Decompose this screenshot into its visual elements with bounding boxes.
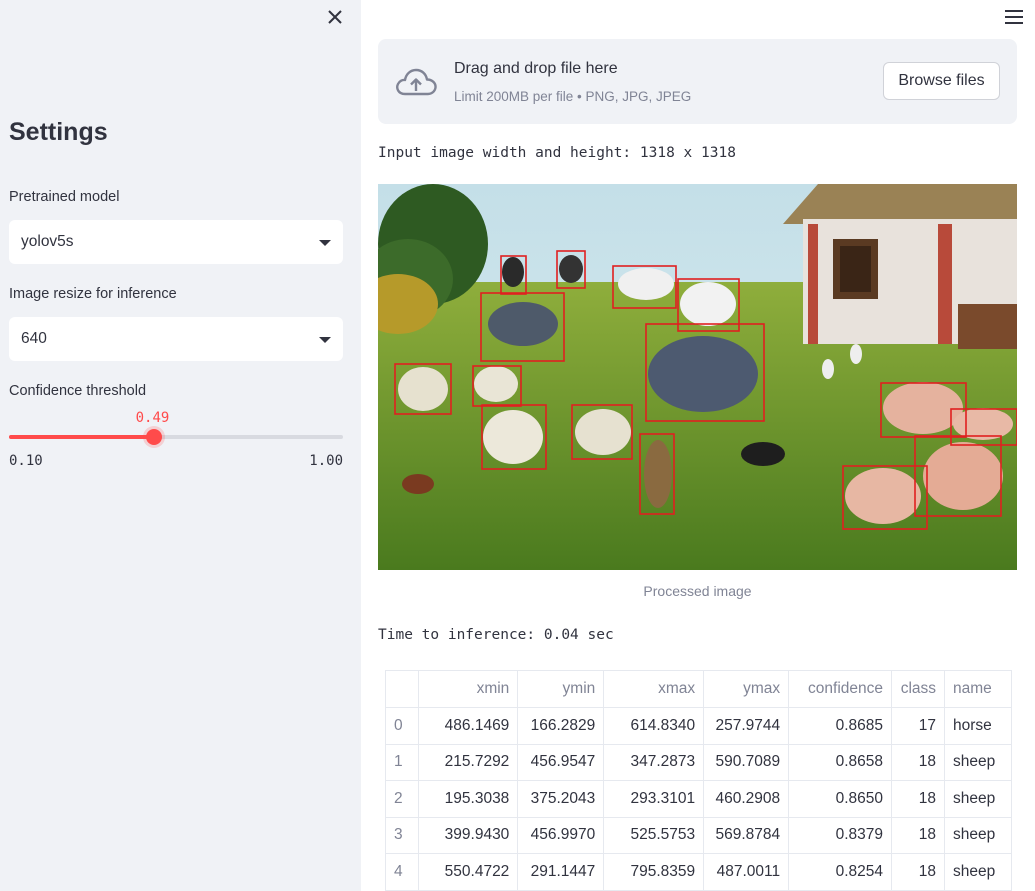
table-cell-xmin: 195.3038 bbox=[418, 780, 519, 818]
table-cell-xmax: 525.5753 bbox=[603, 817, 705, 854]
table-cell-name: sheep bbox=[944, 780, 1011, 818]
table-cell-name: sheep bbox=[944, 817, 1011, 854]
table-cell-class: 17 bbox=[891, 707, 946, 745]
table-cell-xmax: 614.8340 bbox=[603, 707, 705, 745]
file-uploader[interactable]: Drag and drop file here Limit 200MB per … bbox=[378, 39, 1017, 124]
model-select-value: yolov5s bbox=[21, 233, 74, 250]
table-cell-index: 3 bbox=[386, 817, 420, 854]
slider-max-value: 1.00 bbox=[309, 453, 343, 469]
model-select-label: Pretrained model bbox=[9, 189, 120, 205]
table-cell-xmin: 215.7292 bbox=[418, 744, 519, 781]
column-header-xmin[interactable]: xmin bbox=[418, 671, 519, 708]
table-cell-ymin: 375.2043 bbox=[517, 780, 605, 818]
table-cell-xmin: 486.1469 bbox=[418, 707, 519, 745]
table-cell-index: 2 bbox=[386, 780, 420, 818]
table-cell-xmin: 550.4722 bbox=[418, 853, 519, 891]
table-cell-name: sheep bbox=[944, 853, 1011, 891]
model-select[interactable]: yolov5s bbox=[9, 220, 343, 264]
slider-min-value: 0.10 bbox=[9, 453, 43, 469]
confidence-slider-label: Confidence threshold bbox=[9, 383, 147, 399]
cloud-upload-icon bbox=[396, 68, 437, 96]
sidebar-title: Settings bbox=[9, 118, 108, 146]
image-size-text: Input image width and height: 1318 x 131… bbox=[378, 145, 736, 161]
column-header-name[interactable]: name bbox=[944, 671, 1011, 708]
column-header-index[interactable] bbox=[386, 671, 420, 708]
uploader-title: Drag and drop file here bbox=[454, 60, 618, 77]
column-header-confidence[interactable]: confidence bbox=[788, 671, 893, 708]
table-cell-confidence: 0.8379 bbox=[788, 817, 893, 854]
slider-thumb[interactable] bbox=[145, 429, 162, 445]
resize-select[interactable]: 640 bbox=[9, 317, 343, 361]
sidebar: Settings Pretrained model yolov5s Image … bbox=[0, 0, 361, 891]
table-cell-ymin: 166.2829 bbox=[517, 707, 605, 745]
chevron-down-icon bbox=[319, 240, 331, 246]
column-header-class[interactable]: class bbox=[891, 671, 946, 708]
table-cell-ymin: 456.9970 bbox=[517, 817, 605, 854]
table-cell-confidence: 0.8650 bbox=[788, 780, 893, 818]
resize-select-value: 640 bbox=[21, 330, 47, 347]
column-header-xmax[interactable]: xmax bbox=[603, 671, 705, 708]
table-cell-name: horse bbox=[944, 707, 1011, 745]
table-cell-index: 1 bbox=[386, 744, 420, 781]
slider-fill bbox=[9, 435, 154, 439]
slider-current-value: 0.49 bbox=[135, 410, 170, 426]
table-cell-index: 4 bbox=[386, 853, 420, 891]
table-cell-xmax: 795.8359 bbox=[603, 853, 705, 891]
table-row: 0 486.1469 166.2829 614.8340 257.9744 0.8685 1… bbox=[386, 707, 1011, 745]
table-cell-xmax: 293.3101 bbox=[603, 780, 705, 818]
table-cell-ymax: 257.9744 bbox=[703, 707, 790, 745]
app: Settings Pretrained model yolov5s Image … bbox=[0, 0, 1035, 891]
hamburger-menu-icon[interactable] bbox=[1005, 10, 1023, 24]
image-caption: Processed image bbox=[643, 583, 752, 599]
table-cell-class: 18 bbox=[891, 817, 946, 854]
table-cell-confidence: 0.8685 bbox=[788, 707, 893, 745]
processed-image bbox=[378, 184, 1017, 570]
chevron-down-icon bbox=[319, 337, 331, 343]
resize-select-label: Image resize for inference bbox=[9, 286, 177, 302]
table-row: 1 215.7292 456.9547 347.2873 590.7089 0.8658 1… bbox=[386, 744, 1011, 781]
detections-table: xmin ymin xmax ymax confidence class name 0 486… bbox=[385, 670, 1012, 891]
table-cell-confidence: 0.8658 bbox=[788, 744, 893, 781]
browse-files-button[interactable]: Browse files bbox=[883, 62, 1000, 100]
table-cell-ymax: 460.2908 bbox=[703, 780, 790, 818]
table-cell-ymax: 590.7089 bbox=[703, 744, 790, 781]
table-row: 2 195.3038 375.2043 293.3101 460.2908 0.8650 1… bbox=[386, 780, 1011, 818]
table-row: 4 550.4722 291.1447 795.8359 487.0011 0.8254 1… bbox=[386, 853, 1011, 891]
column-header-ymax[interactable]: ymax bbox=[703, 671, 790, 708]
table-cell-confidence: 0.8254 bbox=[788, 853, 893, 891]
main-content: Drag and drop file here Limit 200MB per … bbox=[361, 0, 1035, 891]
table-cell-ymin: 456.9547 bbox=[517, 744, 605, 781]
table-cell-xmax: 347.2873 bbox=[603, 744, 705, 781]
close-icon bbox=[328, 10, 342, 24]
close-sidebar-button[interactable] bbox=[324, 6, 346, 28]
slider-track[interactable] bbox=[9, 435, 343, 439]
confidence-slider[interactable]: 0.49 0.10 1.00 bbox=[9, 408, 343, 472]
table-header-row: xmin ymin xmax ymax confidence class name bbox=[386, 671, 1011, 708]
table-cell-class: 18 bbox=[891, 780, 946, 818]
table-cell-ymax: 569.8784 bbox=[703, 817, 790, 854]
table-cell-xmin: 399.9430 bbox=[418, 817, 519, 854]
table-cell-ymax: 487.0011 bbox=[703, 853, 790, 891]
table-cell-index: 0 bbox=[386, 707, 420, 745]
column-header-ymin[interactable]: ymin bbox=[517, 671, 605, 708]
inference-time-text: Time to inference: 0.04 sec bbox=[378, 627, 614, 643]
table-cell-ymin: 291.1447 bbox=[517, 853, 605, 891]
table-body: 0 486.1469 166.2829 614.8340 257.9744 0.8685 1… bbox=[386, 707, 1011, 891]
table-cell-class: 18 bbox=[891, 744, 946, 781]
table-cell-name: sheep bbox=[944, 744, 1011, 781]
table-cell-class: 18 bbox=[891, 853, 946, 891]
table-row: 3 399.9430 456.9970 525.5753 569.8784 0.8379 1… bbox=[386, 817, 1011, 854]
uploader-subtitle: Limit 200MB per file • PNG, JPG, JPEG bbox=[454, 89, 692, 104]
